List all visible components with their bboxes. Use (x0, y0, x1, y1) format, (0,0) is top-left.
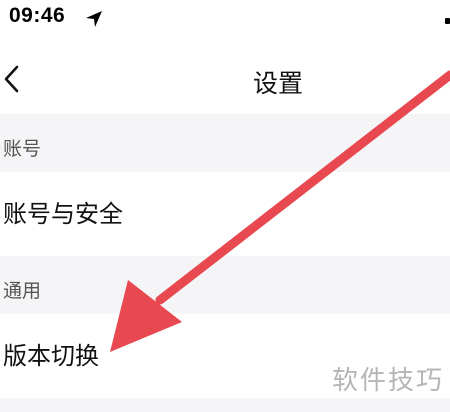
status-bar: 09:46 (0, 0, 450, 40)
location-arrow-icon (86, 11, 102, 27)
status-time: 09:46 (9, 4, 66, 27)
page-title: 设置 (252, 69, 303, 98)
section-divider (0, 398, 450, 412)
section-header-account: 账号 (0, 114, 450, 172)
watermark: 软件技巧 (331, 366, 444, 396)
account-security-item[interactable]: 账号与安全 (0, 172, 450, 256)
section-header-general: 通用 (0, 256, 450, 314)
battery-icon (445, 18, 450, 24)
navigation-bar: 设置 (0, 44, 450, 114)
